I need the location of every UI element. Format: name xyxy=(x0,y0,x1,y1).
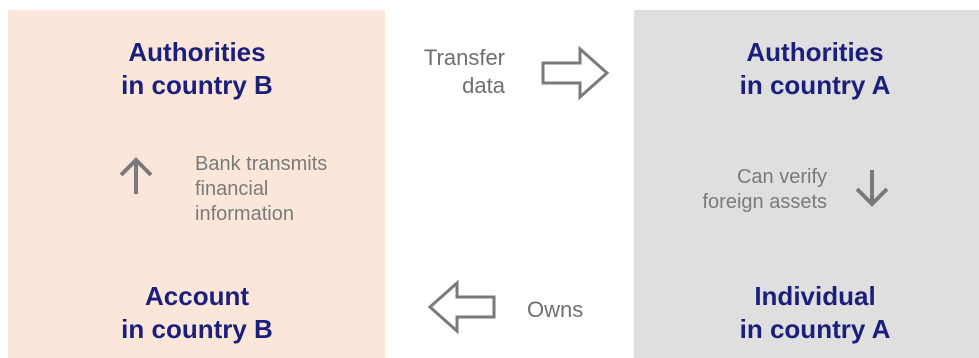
arrow-up-icon xyxy=(119,157,153,194)
owns-label: Owns xyxy=(527,297,584,322)
authorities-country-a-title: Authorities in country A xyxy=(739,37,891,100)
authorities-country-b-title: Authorities in country B xyxy=(121,37,273,100)
outline-arrow-right-icon xyxy=(541,45,610,101)
individual-country-a-title: Individual in country A xyxy=(739,281,891,344)
can-verify-label: Can verify foreign assets xyxy=(702,166,827,213)
bank-transmits-label: Bank transmits financial information xyxy=(195,153,328,225)
outline-arrow-left-icon xyxy=(427,279,496,335)
transfer-data-label: Transfer data xyxy=(423,45,505,98)
arrow-down-icon xyxy=(855,170,889,207)
account-country-b-title: Account in country B xyxy=(121,281,273,344)
